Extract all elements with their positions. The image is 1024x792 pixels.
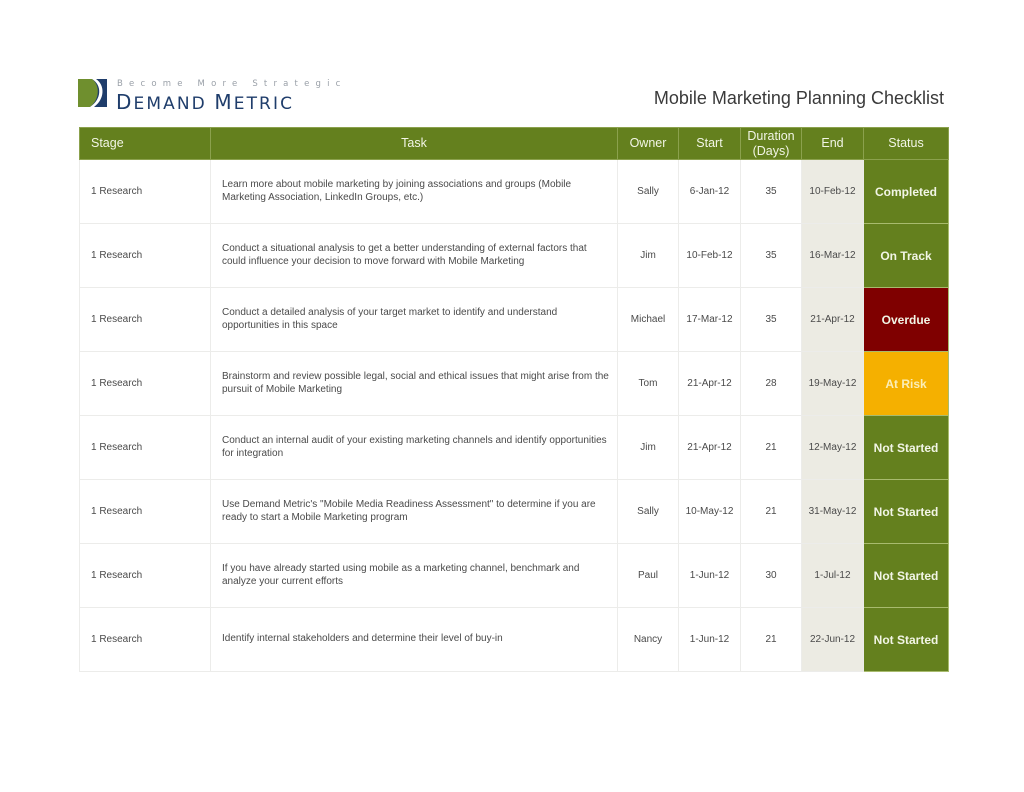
task-cell: Identify internal stakeholders and deter…	[210, 607, 618, 672]
task-cell: If you have already started using mobile…	[210, 543, 618, 608]
stage-cell: 1 Research	[79, 159, 211, 224]
owner-cell: Tom	[617, 351, 679, 416]
stage-cell: 1 Research	[79, 415, 211, 480]
owner-cell: Paul	[617, 543, 679, 608]
end-cell: 22-Jun-12	[801, 607, 864, 672]
brand-name-text: DEMAND METRIC	[116, 90, 295, 114]
status-cell: Completed	[863, 159, 949, 224]
demand-metric-logo: Become More Strategic DEMAND METRIC	[78, 79, 348, 114]
start-cell: 17-Mar-12	[678, 287, 741, 352]
start-cell: 10-Feb-12	[678, 223, 741, 288]
start-cell: 21-Apr-12	[678, 351, 741, 416]
end-cell: 12-May-12	[801, 415, 864, 480]
duration-cell: 28	[740, 351, 802, 416]
table-row: 1 Research Identify internal stakeholders…	[79, 607, 949, 672]
end-cell: 1-Jul-12	[801, 543, 864, 608]
status-cell: Not Started	[863, 607, 949, 672]
duration-cell: 21	[740, 415, 802, 480]
start-cell: 1-Jun-12	[678, 607, 741, 672]
start-cell: 6-Jan-12	[678, 159, 741, 224]
table-row: 1 Research Conduct a situational analysis…	[79, 223, 949, 288]
table-header-row: Stage Task Owner Start Duration (Days) En…	[79, 127, 949, 160]
column-header-end: End	[801, 127, 864, 160]
duration-cell: 35	[740, 223, 802, 288]
column-header-start: Start	[678, 127, 741, 160]
task-cell: Conduct a detailed analysis of your targ…	[210, 287, 618, 352]
task-cell: Conduct an internal audit of your existi…	[210, 415, 618, 480]
table-row: 1 Research Conduct an internal audit of y…	[79, 415, 949, 480]
owner-cell: Nancy	[617, 607, 679, 672]
stage-cell: 1 Research	[79, 479, 211, 544]
stage-cell: 1 Research	[79, 607, 211, 672]
table-row: 1 Research Brainstorm and review possible…	[79, 351, 949, 416]
checklist-table: Stage Task Owner Start Duration (Days) En…	[79, 127, 949, 672]
column-header-stage: Stage	[79, 127, 211, 160]
duration-cell: 21	[740, 607, 802, 672]
column-header-duration: Duration (Days)	[740, 127, 802, 160]
owner-cell: Sally	[617, 479, 679, 544]
column-header-owner: Owner	[617, 127, 679, 160]
table-row: 1 Research If you have already started us…	[79, 543, 949, 608]
duration-header-line2: (Days)	[752, 143, 790, 158]
duration-cell: 30	[740, 543, 802, 608]
task-cell: Brainstorm and review possible legal, so…	[210, 351, 618, 416]
brand-name: DEMAND METRIC	[116, 90, 294, 114]
status-cell: Not Started	[863, 479, 949, 544]
owner-cell: Michael	[617, 287, 679, 352]
duration-cell: 35	[740, 159, 802, 224]
owner-cell: Jim	[617, 415, 679, 480]
stage-cell: 1 Research	[79, 543, 211, 608]
owner-cell: Sally	[617, 159, 679, 224]
start-cell: 21-Apr-12	[678, 415, 741, 480]
status-cell: Overdue	[863, 287, 949, 352]
status-cell: On Track	[863, 223, 949, 288]
column-header-status: Status	[863, 127, 949, 160]
status-cell: At Risk	[863, 351, 949, 416]
task-cell: Use Demand Metric's "Mobile Media Readin…	[210, 479, 618, 544]
table-row: 1 Research Use Demand Metric's "Mobile Me…	[79, 479, 949, 544]
end-cell: 10-Feb-12	[801, 159, 864, 224]
start-cell: 10-May-12	[678, 479, 741, 544]
stage-cell: 1 Research	[79, 287, 211, 352]
end-cell: 16-Mar-12	[801, 223, 864, 288]
duration-cell: 21	[740, 479, 802, 544]
document-title: Mobile Marketing Planning Checklist	[653, 88, 944, 108]
status-cell: Not Started	[863, 543, 949, 608]
column-header-task: Task	[210, 127, 618, 160]
duration-cell: 35	[740, 287, 802, 352]
table-row: 1 Research Learn more about mobile market…	[79, 159, 949, 224]
status-cell: Not Started	[863, 415, 949, 480]
duration-header-line1: Duration	[747, 128, 795, 143]
end-cell: 21-Apr-12	[801, 287, 864, 352]
start-cell: 1-Jun-12	[678, 543, 741, 608]
brand-tagline: Become More Strategic	[117, 79, 347, 89]
demand-metric-logo-icon	[78, 79, 107, 107]
task-cell: Conduct a situational analysis to get a …	[210, 223, 618, 288]
owner-cell: Jim	[617, 223, 679, 288]
end-cell: 19-May-12	[801, 351, 864, 416]
end-cell: 31-May-12	[801, 479, 864, 544]
task-cell: Learn more about mobile marketing by joi…	[210, 159, 618, 224]
stage-cell: 1 Research	[79, 223, 211, 288]
table-row: 1 Research Conduct a detailed analysis of…	[79, 287, 949, 352]
stage-cell: 1 Research	[79, 351, 211, 416]
